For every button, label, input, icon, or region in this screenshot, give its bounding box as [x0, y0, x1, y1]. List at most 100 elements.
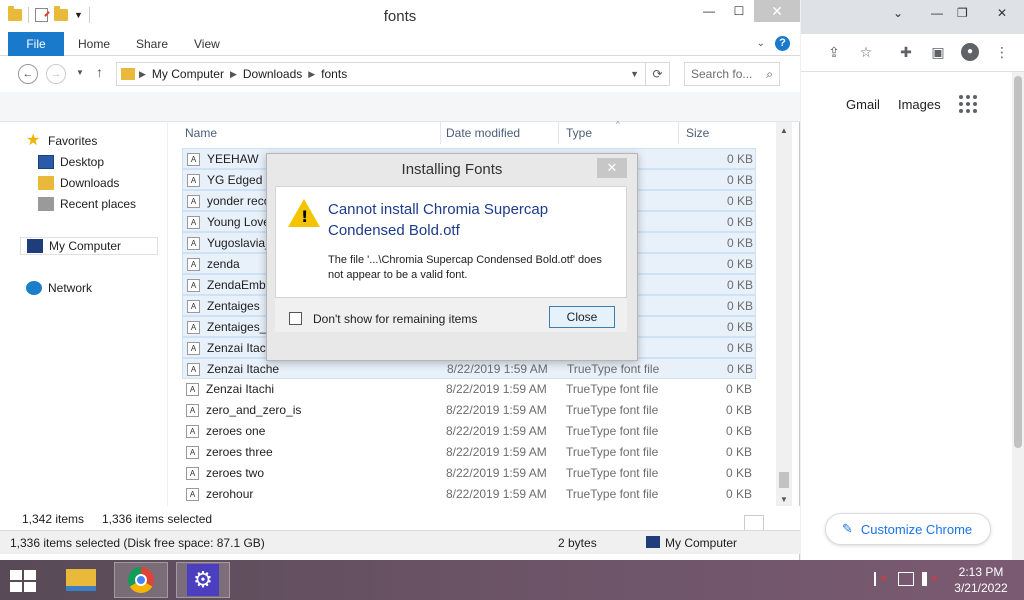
column-header-name[interactable]: Name	[185, 126, 217, 140]
profile-avatar-icon[interactable]: ●	[961, 43, 979, 61]
details-bar: 1,336 items selected (Disk free space: 8…	[0, 530, 800, 554]
nav-desktop[interactable]: Desktop	[38, 153, 104, 171]
side-panel-icon[interactable]: ▣	[929, 43, 947, 61]
address-dropdown-icon[interactable]: ▼	[630, 69, 639, 79]
tab-file[interactable]: File	[8, 32, 64, 56]
customize-chrome-label: Customize Chrome	[860, 521, 973, 537]
chrome-scroll-thumb[interactable]	[1014, 76, 1022, 448]
chevron-right-icon[interactable]: ▶	[308, 69, 315, 80]
column-header-date[interactable]: Date modified	[446, 126, 520, 140]
customize-chrome-button[interactable]: ✎ Customize Chrome	[825, 513, 991, 545]
google-links: Gmail Images	[846, 95, 977, 113]
dont-show-checkbox[interactable]	[289, 312, 302, 325]
tab-home[interactable]: Home	[78, 32, 110, 56]
network-status-icon[interactable]	[898, 572, 914, 586]
nav-my-computer[interactable]: My Computer	[20, 237, 158, 255]
action-center-flag-icon[interactable]	[874, 572, 890, 586]
file-size: 0 KB	[725, 466, 752, 480]
nav-network[interactable]: Network	[26, 279, 92, 297]
scroll-down-icon[interactable]: ▼	[776, 495, 792, 504]
taskbar-clock[interactable]: 2:13 PM 3/21/2022	[944, 564, 1018, 596]
address-folder-icon	[121, 68, 135, 80]
font-file-icon: A	[187, 258, 200, 271]
taskbar-settings[interactable]: ⚙	[176, 562, 230, 598]
google-apps-icon[interactable]	[958, 95, 977, 113]
chrome-close-button[interactable]: ✕	[997, 6, 1007, 20]
table-row[interactable]: Azero_and_zero_is 8/22/2019 1:59 AM TrueTy…	[182, 400, 756, 421]
nav-favorites[interactable]: ★ Favorites	[26, 132, 97, 150]
chevron-right-icon[interactable]: ▶	[230, 69, 237, 80]
scroll-thumb[interactable]	[779, 472, 789, 488]
table-row[interactable]: A Zenzai Itache 8/22/2019 1:59 AM TrueType …	[182, 358, 756, 379]
dont-show-label[interactable]: Don't show for remaining items	[313, 312, 477, 326]
taskbar-chrome[interactable]	[114, 562, 168, 598]
volume-muted-icon[interactable]	[922, 572, 938, 586]
close-window-button[interactable]: ✕	[754, 0, 800, 22]
refresh-icon[interactable]: ⟳	[645, 63, 669, 85]
chrome-minimize-button[interactable]: —	[931, 6, 943, 20]
nav-downloads[interactable]: Downloads	[38, 174, 119, 192]
font-file-icon: A	[187, 174, 200, 187]
table-row[interactable]: Azeroes two 8/22/2019 1:59 AM TrueType fon…	[182, 463, 756, 484]
breadcrumb-fonts[interactable]: fonts	[321, 67, 347, 81]
status-bar: 1,342 items 1,336 items selected	[0, 506, 800, 533]
chrome-scrollbar[interactable]	[1012, 72, 1024, 560]
taskbar-file-explorer[interactable]	[54, 562, 108, 598]
column-header-size[interactable]: Size	[686, 126, 709, 140]
file-size: 0 KB	[725, 424, 752, 438]
help-icon[interactable]: ?	[775, 36, 790, 51]
nav-recent-places[interactable]: Recent places	[38, 195, 136, 213]
downloads-folder-icon	[38, 176, 54, 190]
table-row[interactable]: Azeroes one 8/22/2019 1:59 AM TrueType fon…	[182, 421, 756, 442]
recent-locations-icon[interactable]: ▼	[76, 68, 84, 77]
explorer-titlebar: ▼ fonts — ☐ ✕	[0, 0, 800, 32]
chevron-right-icon[interactable]: ▶	[139, 69, 146, 80]
file-date: 8/22/2019 1:59 AM	[446, 466, 547, 480]
dialog-footer: Don't show for remaining items Close	[275, 298, 627, 332]
breadcrumb-downloads[interactable]: Downloads	[243, 67, 302, 81]
maximize-button[interactable]: ☐	[724, 0, 754, 22]
scroll-up-icon[interactable]: ▲	[776, 126, 792, 135]
font-file-icon: A	[186, 383, 199, 396]
expand-ribbon-icon[interactable]: ⌄	[757, 38, 765, 49]
details-summary: 1,336 items selected (Disk free space: 8…	[10, 536, 265, 550]
file-name: YEEHAW	[207, 152, 259, 166]
file-list-scrollbar[interactable]: ▲ ▼	[776, 122, 792, 506]
more-menu-icon[interactable]: ⋮	[993, 43, 1011, 61]
start-button[interactable]	[10, 570, 36, 592]
tab-share[interactable]: Share	[136, 32, 168, 56]
chrome-restore-button[interactable]: ❐	[957, 6, 968, 20]
gmail-link[interactable]: Gmail	[846, 97, 880, 112]
search-input[interactable]: Search fo... ⌕	[684, 62, 780, 86]
font-file-icon: A	[187, 363, 200, 376]
dialog-close-x-button[interactable]: ✕	[597, 158, 627, 178]
file-size: 0 KB	[726, 194, 753, 208]
breadcrumb-my-computer[interactable]: My Computer	[152, 67, 224, 81]
table-row[interactable]: Azeroes three 8/22/2019 1:59 AM TrueType f…	[182, 442, 756, 463]
column-header-type[interactable]: Type	[566, 126, 592, 140]
font-file-icon: A	[187, 342, 200, 355]
file-explorer-icon	[66, 569, 96, 591]
file-name: ZendaEmbo	[207, 278, 273, 292]
close-button[interactable]: Close	[549, 306, 615, 328]
table-row[interactable]: Azerohour 8/22/2019 1:59 AM TrueType font …	[182, 484, 756, 505]
column-separator[interactable]	[440, 122, 441, 144]
item-count: 1,342 items	[22, 512, 85, 526]
file-name: Zentaiges	[207, 299, 260, 313]
up-button[interactable]: ↑	[96, 64, 103, 80]
font-file-icon: A	[187, 237, 200, 250]
column-separator[interactable]	[558, 122, 559, 144]
bookmark-star-icon[interactable]: ☆	[857, 43, 875, 61]
column-separator[interactable]	[678, 122, 679, 144]
address-bar[interactable]: ▶ My Computer ▶ Downloads ▶ fonts ▼ ⟳	[116, 62, 670, 86]
table-row[interactable]: A Zenzai Itachi 8/22/2019 1:59 AM TrueType …	[182, 379, 756, 400]
images-link[interactable]: Images	[898, 97, 941, 112]
tab-view[interactable]: View	[194, 32, 220, 56]
back-button[interactable]: ←	[18, 64, 38, 84]
share-icon[interactable]: ⇪	[825, 43, 843, 61]
tab-search-chevron-icon[interactable]: ⌄	[893, 6, 903, 20]
search-icon[interactable]: ⌕	[766, 67, 773, 82]
minimize-button[interactable]: —	[694, 0, 724, 22]
forward-button[interactable]: →	[46, 64, 66, 84]
extensions-puzzle-icon[interactable]: ✚	[897, 43, 915, 61]
